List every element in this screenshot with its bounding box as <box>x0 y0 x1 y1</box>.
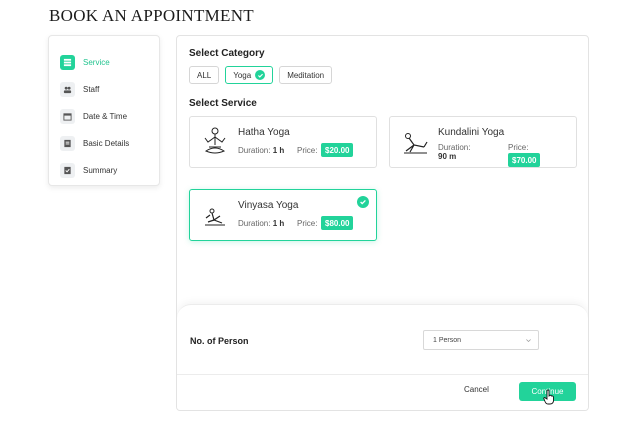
price-badge: $80.00 <box>321 216 354 230</box>
service-duration: Duration: 1 h <box>238 146 285 155</box>
service-panel: Select Category ALL Yoga Meditation Sele… <box>176 35 589 411</box>
summary-icon <box>60 163 75 178</box>
chevron-down-icon <box>526 339 531 343</box>
category-chip-all[interactable]: ALL <box>189 66 220 84</box>
price-badge: $70.00 <box>508 153 541 167</box>
cancel-button[interactable]: Cancel <box>464 385 489 394</box>
step-label: Date & Time <box>83 112 128 121</box>
yoga-flow-icon <box>205 208 225 226</box>
step-label: Summary <box>83 166 118 175</box>
hand-cursor-icon <box>543 389 554 405</box>
service-icon <box>60 55 75 70</box>
price-label: Price: <box>297 146 318 155</box>
persons-select[interactable]: 1 Person <box>423 330 539 350</box>
calendar-icon <box>60 109 75 124</box>
price-label: Price: <box>508 143 529 152</box>
service-card-hatha-yoga[interactable]: Hatha Yoga Duration: 1 h Price: $20.00 <box>189 116 377 168</box>
step-label: Service <box>83 58 110 67</box>
bottom-sheet: No. of Person 1 Person Cancel Continue <box>177 304 588 410</box>
steps-sidebar: Service Staff Date & Time Basic Details … <box>48 35 160 186</box>
step-service[interactable]: Service <box>49 49 159 76</box>
step-label: Staff <box>83 85 100 94</box>
category-chip-yoga[interactable]: Yoga <box>225 66 274 84</box>
step-label: Basic Details <box>83 139 130 148</box>
service-card-kundalini-yoga[interactable]: Kundalini Yoga Duration: 90 m Price: $70.… <box>389 116 577 168</box>
divider <box>177 374 588 375</box>
persons-select-value: 1 Person <box>433 336 462 344</box>
category-title: Select Category <box>189 48 265 59</box>
category-chip-meditation[interactable]: Meditation <box>279 66 333 84</box>
step-basic-details[interactable]: Basic Details <box>49 130 159 157</box>
service-card-vinyasa-yoga[interactable]: Vinyasa Yoga Duration: 1 h Price: $80.00 <box>189 189 377 241</box>
price-badge: $20.00 <box>321 143 354 157</box>
persons-label: No. of Person <box>190 336 249 346</box>
meditation-pose-icon <box>204 127 226 154</box>
details-icon <box>60 136 75 151</box>
step-staff[interactable]: Staff <box>49 76 159 103</box>
selected-check-icon <box>357 196 369 208</box>
service-title: Select Service <box>189 98 257 109</box>
price-label: Price: <box>297 219 318 228</box>
service-name: Kundalini Yoga <box>438 127 505 138</box>
yoga-stretch-icon <box>404 133 428 154</box>
chip-label: Yoga <box>233 70 252 80</box>
service-duration: Duration: 1 h <box>238 219 285 228</box>
check-icon <box>255 70 266 80</box>
step-date-time[interactable]: Date & Time <box>49 103 159 130</box>
chip-label: ALL <box>197 70 212 80</box>
service-name: Hatha Yoga <box>238 127 290 138</box>
chip-label: Meditation <box>287 70 325 80</box>
staff-icon <box>60 82 75 97</box>
page-title: BOOK AN APPOINTMENT <box>49 6 254 25</box>
step-summary[interactable]: Summary <box>49 157 159 184</box>
service-duration: Duration: 90 m <box>438 143 471 161</box>
category-chips: ALL Yoga Meditation <box>189 66 333 84</box>
service-name: Vinyasa Yoga <box>238 200 299 211</box>
